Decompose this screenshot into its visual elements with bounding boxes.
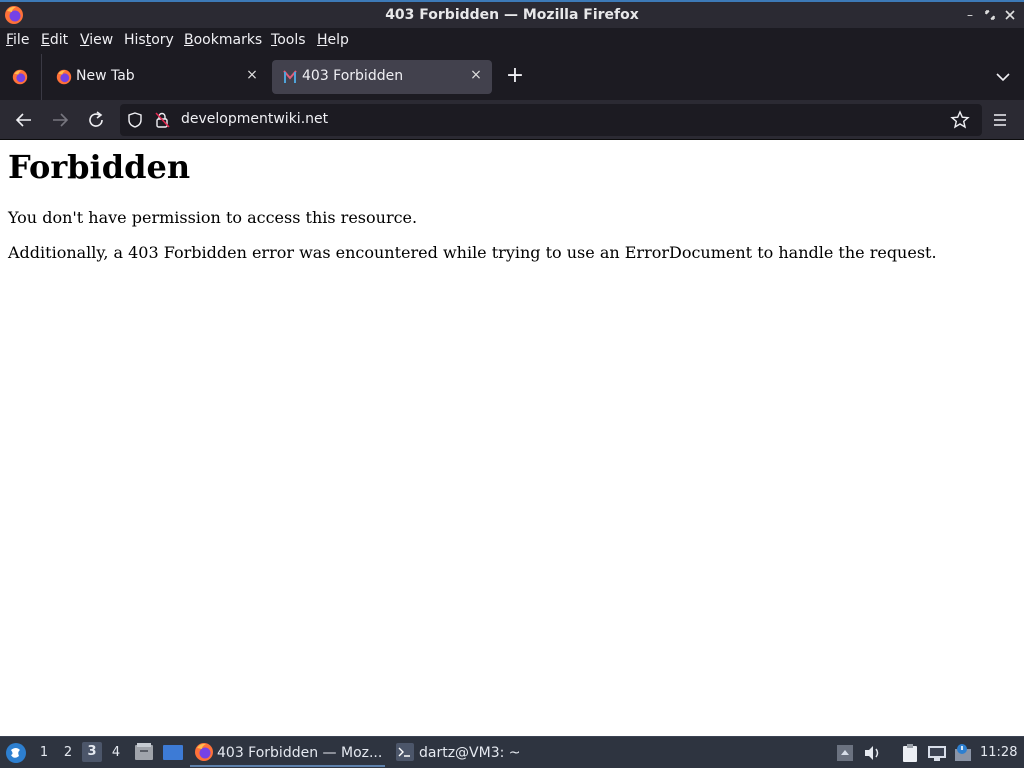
workspace-3[interactable]: 3 — [82, 742, 102, 762]
workspace-4[interactable]: 4 — [106, 745, 126, 760]
menu-edit[interactable]: Edit — [41, 32, 68, 48]
menu-help[interactable]: Help — [317, 32, 349, 48]
firefox-icon — [12, 69, 28, 85]
menu-bar: File Edit View History Bookmarks Tools H… — [0, 28, 1024, 54]
error-detail: Additionally, a 403 Forbidden error was … — [8, 243, 937, 262]
tab-label: 403 Forbidden — [302, 68, 404, 84]
tab-new-tab[interactable]: New Tab × — [46, 60, 268, 94]
minimize-button[interactable]: – — [962, 6, 978, 24]
menu-bookmarks[interactable]: Bookmarks — [184, 32, 262, 48]
workspace-1[interactable]: 1 — [34, 745, 54, 760]
shield-icon[interactable] — [126, 111, 144, 129]
network-icon[interactable] — [927, 743, 947, 763]
new-tab-button[interactable]: + — [504, 64, 526, 88]
menu-file[interactable]: File — [6, 32, 29, 48]
task-firefox[interactable]: 403 Forbidden — Moz... — [190, 739, 385, 767]
reload-icon[interactable] — [84, 108, 108, 132]
task-label: dartz@VM3: ~ — [419, 745, 521, 761]
update-notifier-icon[interactable] — [953, 743, 973, 763]
terminal-icon — [396, 743, 414, 761]
firefox-icon — [56, 69, 72, 85]
tab-bar: New Tab × 403 Forbidden × + — [0, 54, 1024, 100]
lock-insecure-icon[interactable] — [154, 111, 170, 129]
file-manager-icon[interactable] — [134, 742, 154, 762]
window-title: 403 Forbidden — Mozilla Firefox — [385, 7, 639, 23]
volume-icon[interactable] — [862, 743, 882, 763]
firefox-icon — [195, 743, 213, 761]
close-tab-icon[interactable]: × — [244, 67, 260, 83]
star-bookmark-icon[interactable] — [950, 110, 970, 130]
url-text[interactable]: developmentwiki.net — [181, 111, 328, 127]
clock[interactable]: 11:28 — [980, 745, 1017, 760]
close-tab-icon[interactable]: × — [468, 67, 484, 83]
close-window-button[interactable] — [1002, 6, 1018, 24]
task-label: 403 Forbidden — Moz... — [217, 745, 383, 761]
maximize-button[interactable] — [982, 6, 998, 24]
error-message: You don't have permission to access this… — [8, 208, 418, 227]
navigation-toolbar: developmentwiki.net — [0, 100, 1024, 140]
hamburger-menu-icon[interactable] — [988, 108, 1012, 132]
url-bar[interactable]: developmentwiki.net — [120, 104, 982, 136]
menu-tools[interactable]: Tools — [271, 32, 306, 48]
start-menu-icon[interactable] — [5, 742, 27, 764]
close-icon — [1005, 10, 1015, 20]
menu-history[interactable]: History — [124, 32, 174, 48]
workspace-2[interactable]: 2 — [58, 745, 78, 760]
site-favicon-icon — [283, 70, 297, 83]
tab-label: New Tab — [76, 68, 135, 84]
menu-view[interactable]: View — [80, 32, 113, 48]
page-content: Forbidden You don't have permission to a… — [0, 140, 1024, 736]
task-terminal[interactable]: dartz@VM3: ~ — [392, 739, 532, 767]
page-heading: Forbidden — [8, 148, 191, 186]
chevron-down-icon[interactable] — [992, 68, 1014, 86]
show-desktop-icon[interactable] — [162, 743, 184, 763]
firefox-view-button[interactable] — [0, 54, 42, 100]
back-arrow-icon[interactable] — [12, 108, 36, 132]
clipboard-icon[interactable] — [900, 743, 920, 763]
restore-icon — [985, 10, 995, 20]
forward-arrow-icon[interactable] — [48, 108, 72, 132]
notification-tray-icon[interactable] — [835, 743, 855, 763]
taskbar: 1 2 3 4 403 Forbidden — Moz... dartz@VM3… — [0, 736, 1024, 768]
window-titlebar: 403 Forbidden — Mozilla Firefox – — [0, 0, 1024, 28]
tab-403-forbidden[interactable]: 403 Forbidden × — [272, 60, 492, 94]
